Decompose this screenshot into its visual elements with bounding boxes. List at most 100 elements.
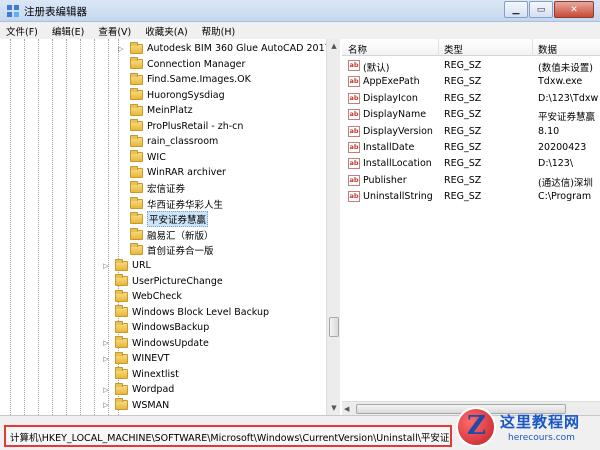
expand-arrow-icon[interactable]: ▷ [117, 45, 125, 53]
folder-icon [130, 181, 143, 193]
column-type-header[interactable]: 类型 [444, 42, 463, 56]
tree-item[interactable]: rain_classroom [117, 134, 218, 149]
folder-icon [130, 243, 143, 255]
value-type: REG_SZ [444, 191, 482, 203]
value-type: REG_SZ [444, 76, 482, 88]
tree-item[interactable]: WindowsBackup [102, 320, 209, 335]
value-row[interactable]: ab InstallLocation REG_SZ D:\123\ [342, 156, 600, 172]
tree-item[interactable]: ▷ Autodesk BIM 360 Glue AutoCAD 2017 A [117, 41, 339, 56]
menu-help[interactable]: 帮助(H) [202, 24, 236, 38]
tree-item-label: Windows Block Level Backup [132, 306, 270, 318]
column-divider[interactable] [532, 39, 533, 56]
tree-item-label: HuorongSysdiag [147, 89, 225, 101]
tree-item[interactable]: HuorongSysdiag [117, 88, 225, 103]
tree-item[interactable]: ▷ Wordpad [102, 382, 174, 397]
value-data: D:\123\Tdxw [538, 92, 599, 104]
expand-arrow-icon[interactable]: ▷ [102, 262, 110, 270]
value-row[interactable]: ab DisplayVersion REG_SZ 8.10 [342, 124, 600, 140]
window-title: 注册表编辑器 [24, 6, 87, 18]
column-data-header[interactable]: 数据 [538, 42, 557, 56]
tree-item-label: 华西证券华彩人生 [147, 199, 224, 211]
restore-button[interactable]: ▭ [529, 1, 553, 18]
value-name: DisplayIcon [363, 92, 418, 104]
value-row[interactable]: ab InstallDate REG_SZ 20200423 [342, 140, 600, 156]
tree-item-label: WindowsBackup [132, 322, 210, 333]
expand-arrow-icon[interactable]: ▷ [102, 355, 110, 363]
tree-item-label: 融易汇（新版） [147, 230, 214, 242]
tree-item[interactable]: WebCheck [102, 289, 182, 304]
registry-path: 计算机\HKEY_LOCAL_MACHINE\SOFTWARE\Microsof… [4, 425, 452, 447]
registry-tree[interactable]: ▷ Autodesk BIM 360 Glue AutoCAD 2017 A Con… [0, 39, 340, 415]
tree-item-label: ProPlusRetail - zh-cn [147, 120, 244, 132]
expand-arrow-icon[interactable]: ▷ [102, 386, 110, 394]
scroll-left-arrow-icon[interactable]: ◀ [344, 402, 349, 415]
value-row[interactable]: ab UninstallString REG_SZ C:\Program [342, 189, 600, 205]
menu-favorites[interactable]: 收藏夹(A) [145, 24, 187, 38]
scroll-down-arrow-icon[interactable]: ▼ [327, 401, 341, 415]
value-data: 8.10 [538, 125, 560, 137]
tree-item[interactable]: UserPictureChange [102, 274, 223, 289]
tree-item[interactable]: 宏信证券 [117, 181, 185, 196]
folder-icon [130, 150, 143, 162]
tree-item[interactable]: ▷ WindowsUpdate [102, 336, 209, 351]
scroll-thumb[interactable] [329, 317, 339, 337]
column-header: 名称 类型 数据 [342, 39, 600, 56]
tree-item[interactable]: ▷ WSMAN [102, 398, 169, 413]
tree-item[interactable]: ProPlusRetail - zh-cn [117, 119, 243, 134]
column-divider[interactable] [438, 39, 439, 56]
tree-item-label: UserPictureChange [132, 275, 223, 287]
tree-vertical-scrollbar[interactable]: ▲ ▼ [326, 39, 340, 415]
string-value-icon: ab [348, 158, 360, 170]
tree-item[interactable]: Connection Manager [117, 57, 245, 72]
tree-item[interactable]: Windows Block Level Backup [102, 305, 269, 320]
tree-item[interactable]: Winextlist [102, 367, 179, 382]
folder-icon [130, 119, 143, 131]
value-name: AppExePath [363, 76, 420, 88]
tree-item[interactable]: 华西证券华彩人生 [117, 196, 223, 211]
value-type: REG_SZ [444, 109, 482, 121]
menu-file[interactable]: 文件(F) [6, 24, 38, 38]
tree-item[interactable]: WinRAR archiver [117, 165, 226, 180]
value-type: REG_SZ [444, 60, 482, 71]
folder-icon [130, 88, 143, 100]
column-name-header[interactable]: 名称 [348, 42, 367, 56]
string-value-icon: ab [348, 174, 360, 186]
tree-item[interactable]: 平安证券慧赢 [117, 211, 209, 227]
minimize-button[interactable]: ▁ [504, 1, 528, 18]
value-name: DisplayName [363, 109, 427, 121]
tree-item-label: WIC [147, 151, 166, 163]
watermark-logo: Z 这里教程网 herecours.com [452, 405, 600, 450]
value-data: C:\Program [538, 191, 592, 203]
menu-view[interactable]: 查看(V) [98, 24, 131, 38]
tree-item[interactable]: Find.Same.Images.OK [117, 72, 251, 87]
value-row[interactable]: ab Publisher REG_SZ (通达信)深圳 [342, 173, 600, 189]
scroll-up-arrow-icon[interactable]: ▲ [327, 39, 341, 53]
value-name: Publisher [363, 174, 407, 186]
menu-edit[interactable]: 编辑(E) [52, 24, 84, 38]
tree-item[interactable]: ▷ WINEVT [102, 351, 170, 366]
value-row[interactable]: ab (默认) REG_SZ (数值未设置) [342, 58, 600, 74]
close-button[interactable]: ✕ [554, 1, 594, 18]
folder-icon [130, 196, 143, 209]
tree-item[interactable]: ▷ URL [102, 258, 151, 273]
expand-arrow-icon[interactable]: ▷ [102, 401, 110, 409]
tree-item[interactable]: 首创证券合一版 [117, 243, 214, 258]
value-name: (默认) [363, 63, 390, 74]
expand-arrow-icon[interactable]: ▷ [102, 339, 110, 347]
tree-item[interactable]: MeinPlatz [117, 103, 193, 118]
value-row[interactable]: ab DisplayIcon REG_SZ D:\123\Tdxw [342, 91, 600, 107]
tree-item[interactable]: WIC [117, 150, 166, 165]
string-value-icon: ab [348, 125, 360, 137]
value-row[interactable]: ab DisplayName REG_SZ 平安证券慧赢 [342, 107, 600, 123]
tree-guide-line [24, 39, 25, 415]
string-value-icon: ab [348, 191, 360, 203]
folder-icon [130, 103, 143, 116]
folder-icon [130, 57, 143, 69]
value-row[interactable]: ab AppExePath REG_SZ Tdxw.exe [342, 74, 600, 90]
tree-item[interactable]: 融易汇（新版） [117, 227, 214, 242]
